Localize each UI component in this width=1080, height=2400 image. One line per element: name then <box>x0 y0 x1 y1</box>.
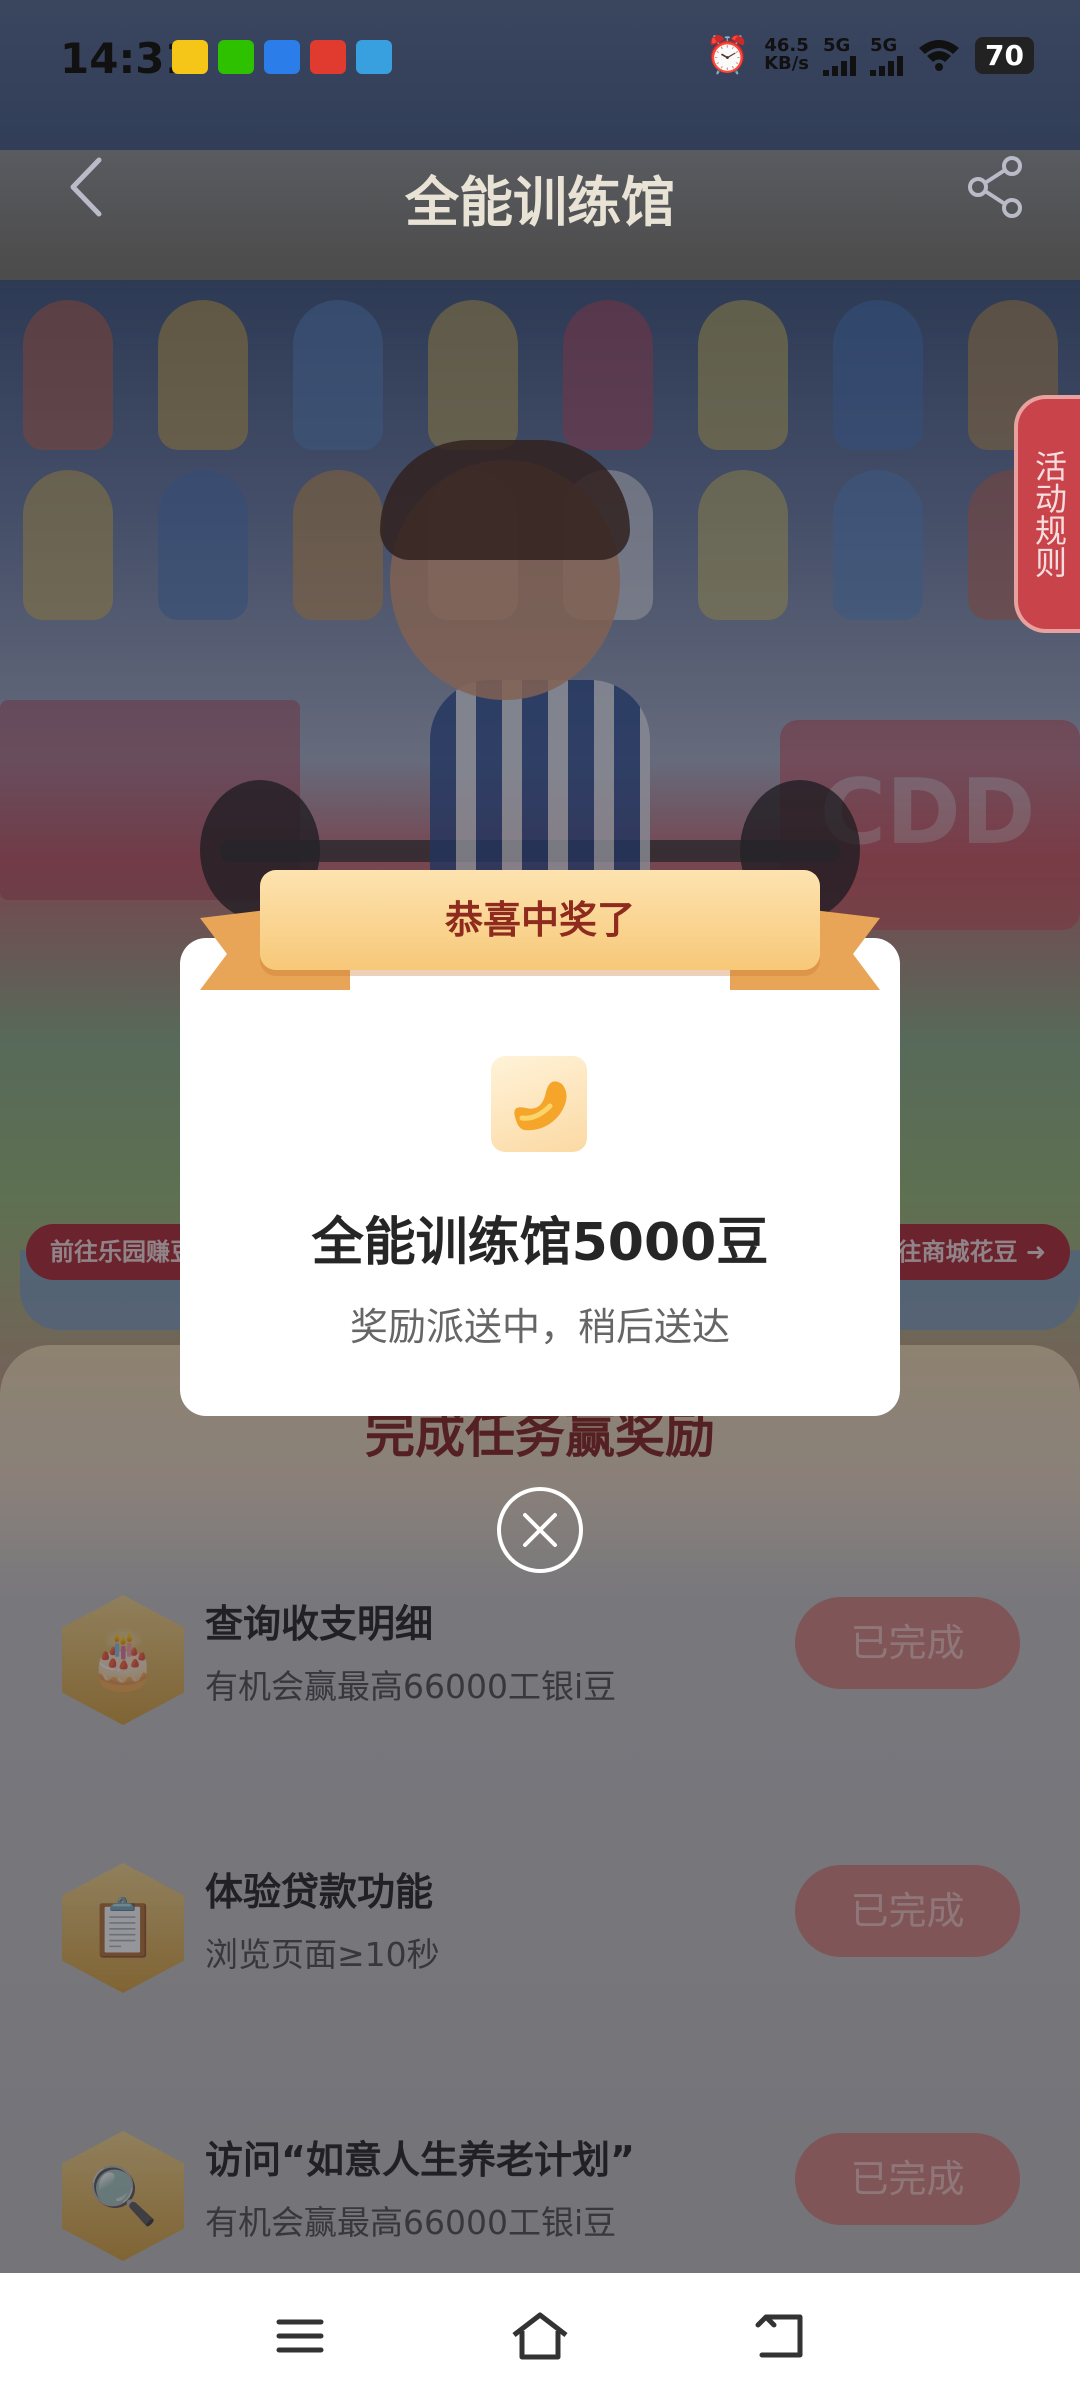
menu-nav-button[interactable] <box>265 2301 335 2371</box>
battery-indicator: 70 <box>975 36 1034 74</box>
status-indicators: ⏰ 46.5 KB/s 5G 5G 70 <box>705 34 1034 76</box>
share-icon[interactable] <box>960 152 1030 222</box>
prize-note: 奖励派送中，稍后送达 <box>349 1305 730 1349</box>
wifi-icon <box>919 40 960 71</box>
page-header: 全能训练馆 <box>0 140 1080 240</box>
activity-rules-tab[interactable]: 活动规则 <box>1014 395 1080 633</box>
close-icon <box>523 1513 557 1547</box>
system-nav-bar <box>0 2273 1080 2400</box>
net-speed-unit: KB/s <box>764 53 810 74</box>
signal-label: 5G <box>870 34 898 56</box>
app-icon <box>356 40 392 74</box>
wechat-icon <box>218 40 254 74</box>
back-nav-button[interactable] <box>745 2301 815 2371</box>
alarm-icon: ⏰ <box>705 35 751 76</box>
back-nav-icon <box>755 2314 803 2358</box>
close-modal-button[interactable] <box>497 1487 583 1573</box>
home-nav-button[interactable] <box>505 2301 575 2371</box>
signal-icon <box>823 55 857 76</box>
menu-icon <box>276 2319 324 2353</box>
meituan-icon <box>172 40 208 74</box>
notification-icons <box>172 40 392 74</box>
ribbon-title: 恭喜中奖了 <box>260 870 820 970</box>
prize-name: 全能训练馆5000豆 <box>311 1213 769 1273</box>
status-bar: 14:31 ⏰ 46.5 KB/s 5G 5G 70 <box>0 0 1080 118</box>
net-speed: 46.5 KB/s <box>764 37 809 73</box>
page-title: 全能训练馆 <box>405 171 675 234</box>
congrats-ribbon: 恭喜中奖了 <box>200 870 880 1000</box>
home-icon <box>512 2312 568 2360</box>
app-icon <box>264 40 300 74</box>
signal-1: 5G <box>823 34 857 76</box>
baiduwallet-icon <box>310 40 346 74</box>
prize-modal: 全能训练馆5000豆 奖励派送中，稍后送达 <box>180 938 900 1416</box>
bean-icon <box>491 1056 587 1152</box>
signal-2: 5G <box>870 34 904 76</box>
signal-icon <box>870 55 904 76</box>
signal-label: 5G <box>823 34 851 56</box>
